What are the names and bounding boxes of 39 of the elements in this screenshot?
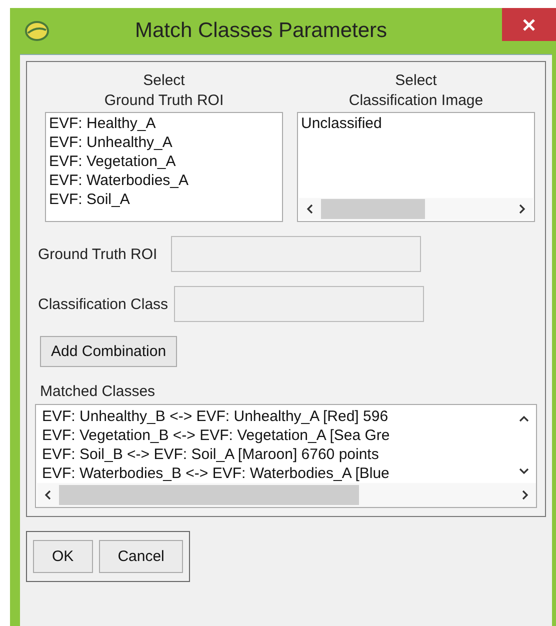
input-field[interactable] bbox=[174, 286, 424, 322]
matched-classes-list[interactable]: EVF: Unhealthy_B <-> EVF: Unhealthy_A [Red] 596 EVF: Vegetation_B <-> EVF: Vegetation_A [Sea Gre EVF: Soil_B <-> EVF: Soil_A [Maroon] 6760 points EVF: Waterbodies_B <-> EVF: Waterbodies_A [Blue bbox=[35, 404, 537, 508]
scrollbar-thumb[interactable] bbox=[321, 199, 425, 219]
list-item[interactable]: EVF: Unhealthy_B <-> EVF: Unhealthy_A [Red] 596 bbox=[42, 407, 512, 426]
scroll-left-icon[interactable] bbox=[44, 490, 52, 500]
close-button[interactable] bbox=[502, 8, 556, 41]
list-item[interactable]: EVF: Healthy_A bbox=[49, 114, 279, 133]
field-label: Classification Class bbox=[38, 296, 168, 312]
dialog-button[interactable]: OK bbox=[33, 540, 93, 573]
globe-icon bbox=[24, 20, 50, 42]
scroll-right-icon[interactable] bbox=[518, 204, 526, 214]
list-item[interactable]: EVF: Soil_A bbox=[49, 190, 279, 209]
list-item[interactable]: EVF: Unhealthy_A bbox=[49, 133, 279, 152]
horizontal-scrollbar[interactable] bbox=[299, 198, 533, 220]
list-heading: Select bbox=[394, 72, 438, 90]
scrollbar-thumb[interactable] bbox=[59, 485, 359, 505]
list-heading: Classification Image bbox=[348, 92, 484, 110]
close-icon bbox=[522, 18, 536, 32]
matched-classes-label: Matched Classes bbox=[40, 383, 156, 400]
scroll-right-icon[interactable] bbox=[521, 490, 529, 500]
window-title: Match Classes Parameters bbox=[134, 19, 388, 43]
list-heading: Ground Truth ROI bbox=[103, 92, 225, 110]
list-heading: Select bbox=[142, 72, 186, 90]
list-item[interactable]: EVF: Waterbodies_B <-> EVF: Waterbodies_A [Blue bbox=[42, 464, 512, 483]
scroll-up-icon[interactable] bbox=[519, 415, 529, 423]
list-box[interactable]: EVF: Healthy_A EVF: Unhealthy_A EVF: Vegetation_A EVF: Waterbodies_A EVF: Soil_A bbox=[45, 112, 283, 222]
list-item[interactable]: EVF: Vegetation_A bbox=[49, 152, 279, 171]
list-item[interactable]: Unclassified bbox=[301, 114, 531, 133]
add-combination-button[interactable]: Add Combination bbox=[40, 336, 178, 367]
scroll-left-icon[interactable] bbox=[306, 204, 314, 214]
horizontal-scrollbar[interactable] bbox=[37, 483, 536, 507]
list-box[interactable]: Unclassified bbox=[297, 112, 535, 222]
list-item[interactable]: EVF: Vegetation_B <-> EVF: Vegetation_A [Sea Gre bbox=[42, 426, 512, 445]
scroll-down-icon[interactable] bbox=[519, 467, 529, 475]
input-field[interactable] bbox=[171, 236, 422, 272]
list-item[interactable]: EVF: Waterbodies_A bbox=[49, 171, 279, 190]
dialog-button[interactable]: Cancel bbox=[98, 540, 184, 573]
list-item[interactable]: EVF: Soil_B <-> EVF: Soil_A [Maroon] 6760 points bbox=[42, 445, 512, 464]
field-label: Ground Truth ROI bbox=[38, 246, 158, 262]
